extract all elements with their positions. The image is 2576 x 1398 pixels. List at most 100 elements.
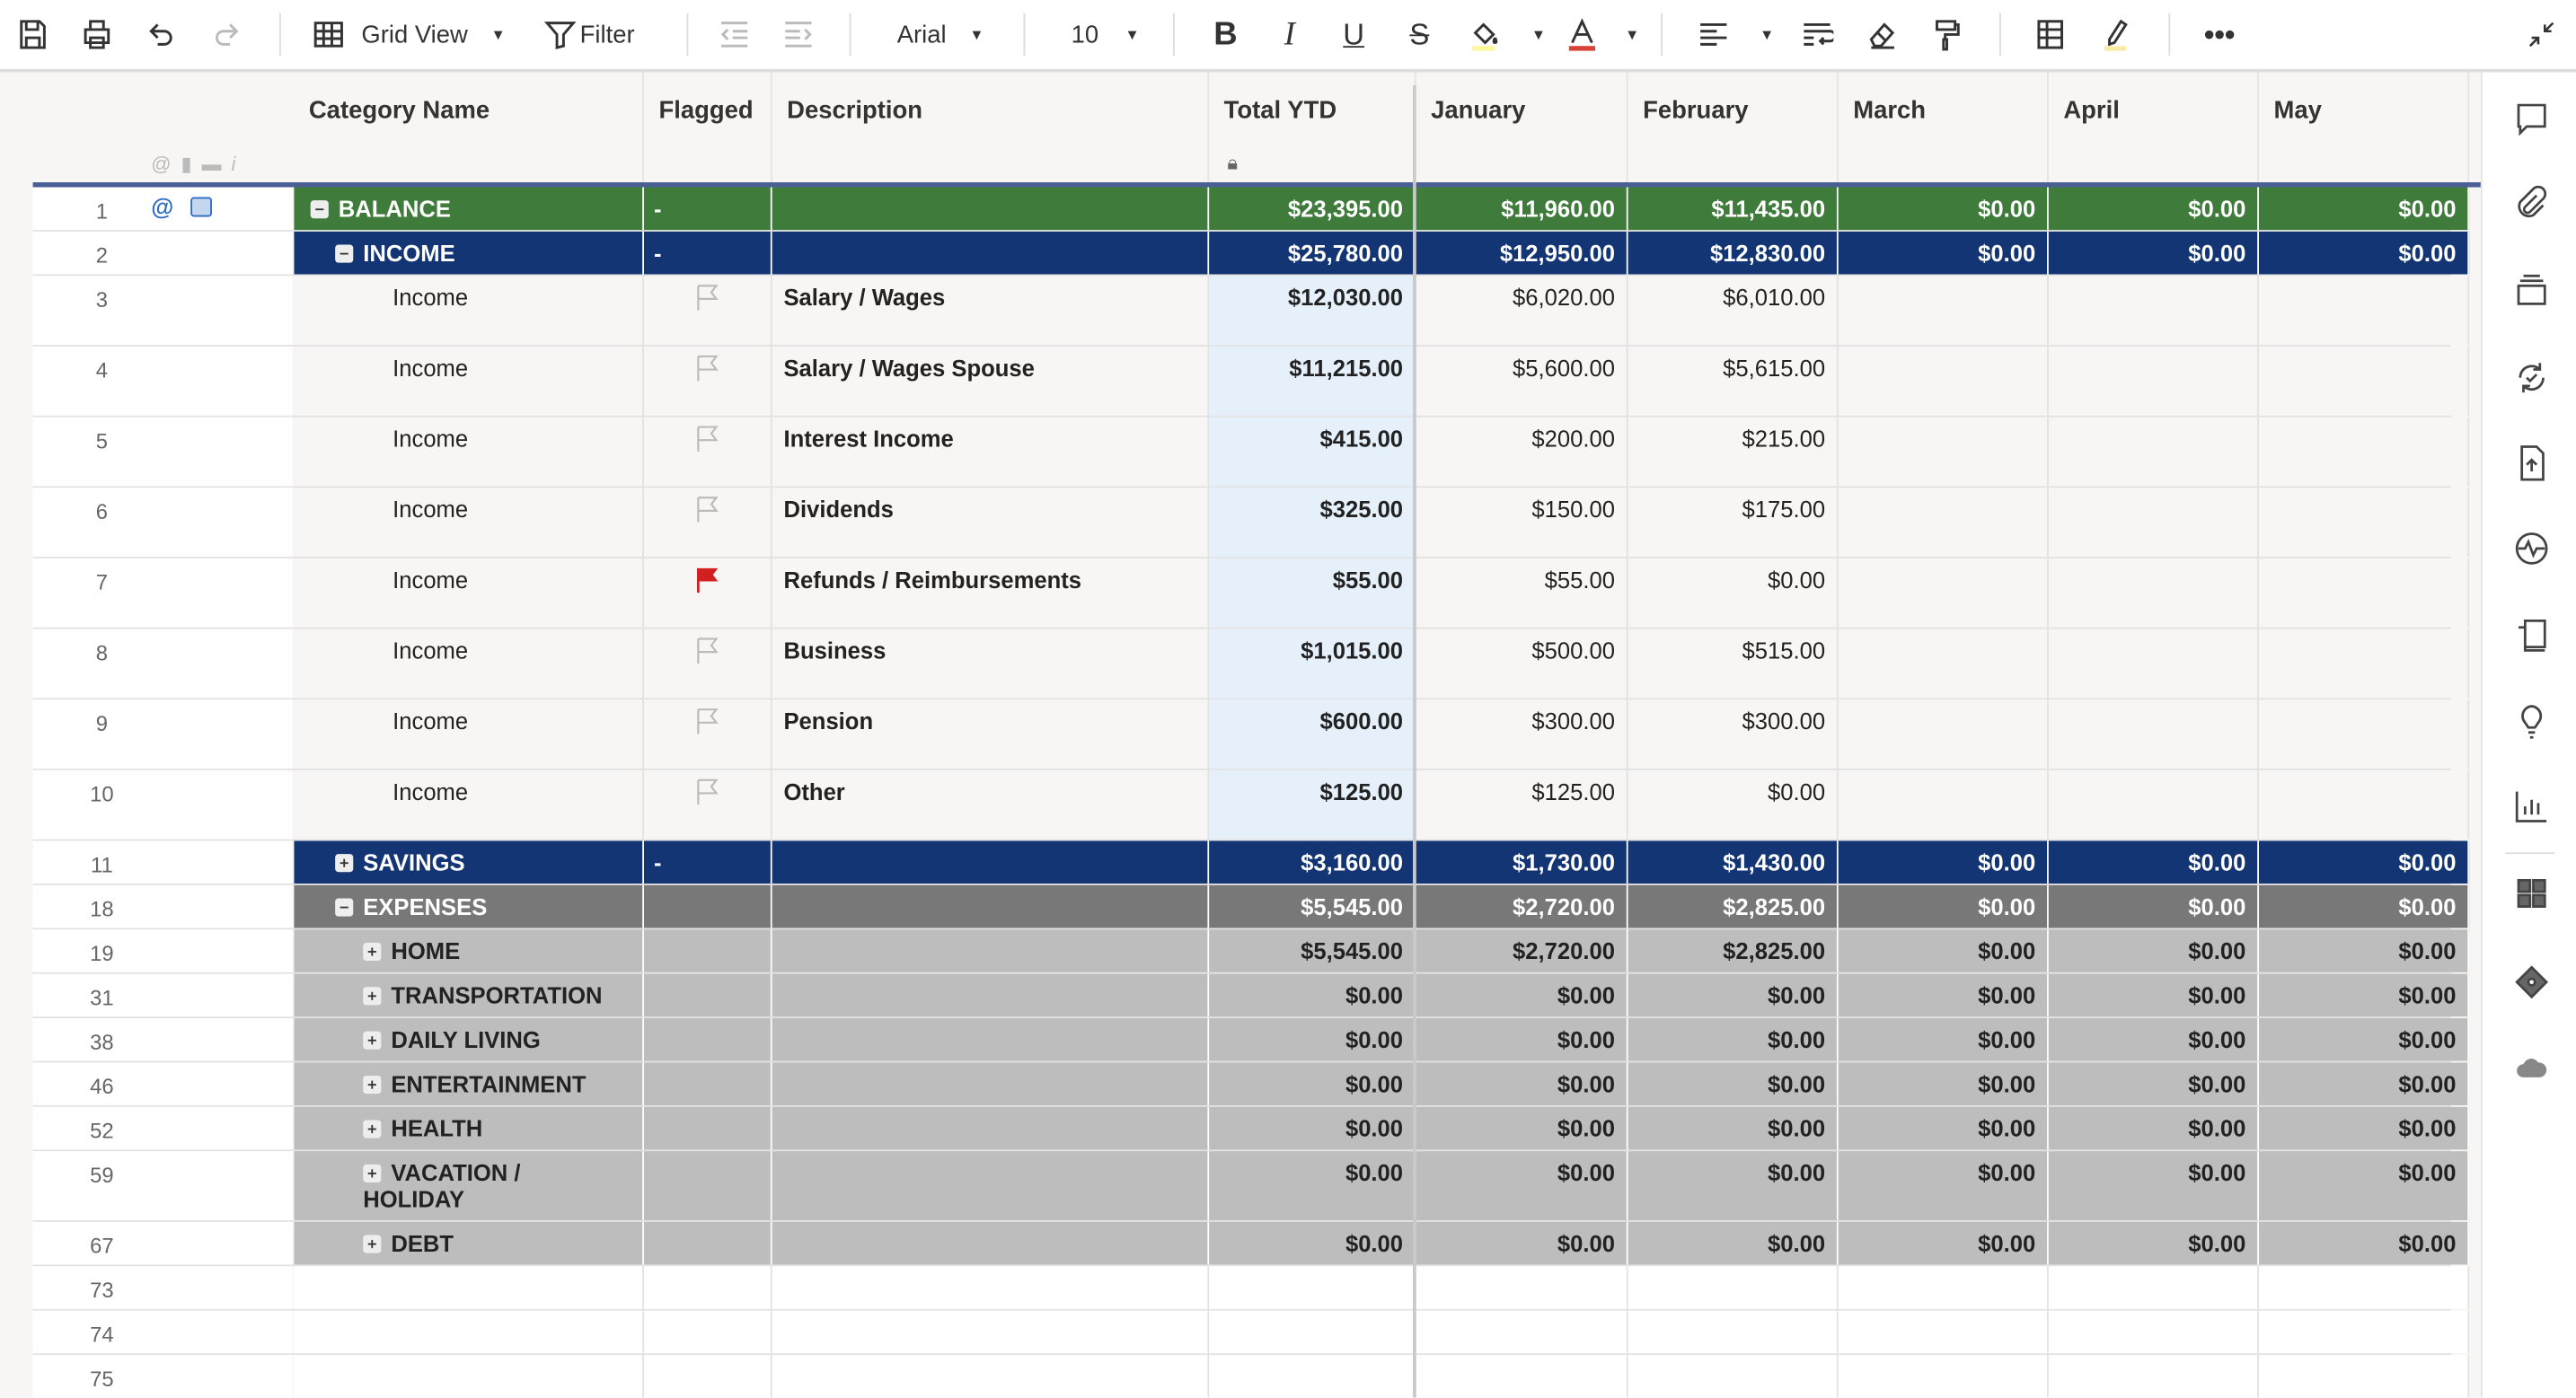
expand-icon[interactable] <box>363 1076 382 1095</box>
font-family-select[interactable]: Arial ▼ <box>897 13 984 57</box>
cell-category-name[interactable] <box>294 1355 645 1398</box>
view-selector[interactable]: Grid View ▼ <box>313 13 506 57</box>
cell-april[interactable] <box>2048 1266 2260 1309</box>
caret-down-icon[interactable]: ▼ <box>1760 13 1774 57</box>
cell-january[interactable]: $300.00 <box>1416 699 1628 769</box>
text-color-icon[interactable] <box>1564 13 1600 57</box>
table-row[interactable]: 38 DAILY LIVING $0.00 $0.00 $0.00 $0.00 $0.00 $… <box>32 1018 2470 1063</box>
expand-icon[interactable] <box>363 942 382 962</box>
cell-flagged[interactable] <box>644 346 772 416</box>
cell-april[interactable]: $0.00 <box>2048 1018 2260 1061</box>
table-row[interactable]: 52 HEALTH $0.00 $0.00 $0.00 $0.00 $0.00 $0.00 <box>32 1106 2470 1152</box>
cell-january[interactable]: $1,730.00 <box>1416 840 1628 884</box>
cell-march[interactable]: $0.00 <box>1838 884 2049 928</box>
cell-april[interactable] <box>2049 769 2260 840</box>
cell-flagged[interactable] <box>644 1106 772 1150</box>
column-header-category-name[interactable]: Category Name <box>294 72 645 184</box>
cell-january[interactable]: $0.00 <box>1416 973 1628 1017</box>
cell-description[interactable] <box>772 840 1210 884</box>
cell-april[interactable] <box>2049 699 2260 769</box>
cell-description[interactable] <box>772 1266 1210 1309</box>
cell-total-ytd[interactable]: $325.00 <box>1209 488 1416 558</box>
cell-description[interactable]: Interest Income <box>772 417 1210 487</box>
cell-may[interactable]: $0.00 <box>2259 973 2470 1017</box>
table-row[interactable]: 11 SAVINGS - $3,160.00 $1,730.00 $1,430.00 $0.… <box>32 840 2470 885</box>
cell-total-ytd[interactable]: $125.00 <box>1209 769 1416 840</box>
cell-may[interactable]: $0.00 <box>2259 1062 2470 1105</box>
cell-february[interactable]: $2,825.00 <box>1628 929 1839 972</box>
cell-january[interactable] <box>1416 1310 1628 1354</box>
table-format-icon[interactable] <box>2033 13 2069 57</box>
cell-february[interactable]: $0.00 <box>1628 973 1839 1017</box>
table-row[interactable]: 2 INCOME - $25,780.00 $12,950.00 $12,830.00 $0… <box>32 231 2470 277</box>
cell-january[interactable]: $0.00 <box>1416 1151 1628 1221</box>
flag-outline-icon[interactable] <box>697 637 720 664</box>
cell-january[interactable]: $55.00 <box>1416 558 1628 628</box>
redo-icon[interactable] <box>208 13 244 57</box>
row-number-cell[interactable]: 9 <box>32 699 293 769</box>
cell-february[interactable]: $300.00 <box>1628 699 1839 769</box>
collapse-icon[interactable] <box>335 898 354 917</box>
column-header-may[interactable]: May <box>2259 72 2470 184</box>
cell-flagged[interactable] <box>644 1266 772 1309</box>
cell-april[interactable] <box>2049 629 2260 699</box>
cell-may[interactable]: $0.00 <box>2259 231 2470 275</box>
cell-flagged[interactable] <box>644 1151 772 1221</box>
cell-description[interactable] <box>772 187 1210 231</box>
expand-icon[interactable] <box>363 1164 382 1183</box>
cell-category-name[interactable]: VACATION / HOLIDAY <box>294 1151 645 1221</box>
cell-february[interactable] <box>1628 1355 1839 1398</box>
bold-icon[interactable]: B <box>1209 13 1242 57</box>
column-header-description[interactable]: Description <box>772 72 1210 184</box>
cell-february[interactable]: $0.00 <box>1628 1221 1839 1265</box>
align-left-icon[interactable] <box>1696 13 1732 57</box>
diamond-icon[interactable] <box>2512 963 2552 1002</box>
cell-april[interactable] <box>2049 558 2260 628</box>
cell-total-ytd[interactable] <box>1209 1266 1416 1309</box>
cell-flagged[interactable] <box>644 488 772 558</box>
cell-january[interactable]: $2,720.00 <box>1416 929 1628 972</box>
cell-total-ytd[interactable]: $0.00 <box>1209 1062 1416 1105</box>
cell-february[interactable]: $515.00 <box>1628 629 1839 699</box>
cell-may[interactable] <box>2259 417 2470 487</box>
highlight-changes-icon[interactable] <box>2098 13 2134 57</box>
activity-icon[interactable] <box>2512 529 2552 568</box>
cell-february[interactable]: $0.00 <box>1628 1106 1839 1150</box>
cell-may[interactable] <box>2259 346 2470 416</box>
cell-april[interactable] <box>2048 1355 2260 1398</box>
row-number-cell[interactable]: 6 <box>32 488 293 558</box>
underline-icon[interactable]: U <box>1337 13 1371 57</box>
row-number-cell[interactable]: 67 <box>32 1221 293 1265</box>
table-row[interactable]: 10 Income Other $125.00 $125.00 $0.00 <box>32 769 2470 841</box>
cell-january[interactable]: $0.00 <box>1416 1106 1628 1150</box>
cell-total-ytd[interactable]: $0.00 <box>1209 1018 1416 1061</box>
table-row[interactable]: 18 EXPENSES $5,545.00 $2,720.00 $2,825.00 $0.… <box>32 884 2470 930</box>
cell-january[interactable]: $0.00 <box>1416 1062 1628 1105</box>
cell-flagged[interactable] <box>644 417 772 487</box>
cell-category-name[interactable]: HEALTH <box>294 1106 645 1150</box>
cell-description[interactable]: Other <box>772 769 1210 840</box>
expand-icon[interactable] <box>363 1120 382 1139</box>
strikethrough-icon[interactable]: S <box>1403 13 1436 57</box>
indent-icon[interactable] <box>781 13 816 57</box>
cell-march[interactable]: $0.00 <box>1838 187 2049 231</box>
clear-format-icon[interactable] <box>1865 13 1901 57</box>
cell-february[interactable]: $11,435.00 <box>1628 187 1839 231</box>
summary-icon[interactable] <box>2512 701 2552 741</box>
more-icon[interactable]: ••• <box>2201 13 2237 57</box>
cell-description[interactable]: Refunds / Reimbursements <box>772 558 1210 628</box>
cloud-icon[interactable] <box>2512 1048 2552 1087</box>
collapse-icon[interactable] <box>2523 13 2559 57</box>
cell-march[interactable] <box>1839 558 2049 628</box>
cell-description[interactable] <box>772 1310 1210 1354</box>
cell-may[interactable]: $0.00 <box>2259 884 2470 928</box>
cell-category-name[interactable]: Income <box>294 346 645 416</box>
cell-total-ytd[interactable]: $0.00 <box>1209 1106 1416 1150</box>
collapse-icon[interactable] <box>335 244 354 263</box>
column-header-april[interactable]: April <box>2049 72 2260 184</box>
cell-february[interactable]: $5,615.00 <box>1628 346 1839 416</box>
cell-may[interactable] <box>2259 629 2470 699</box>
cell-february[interactable]: $0.00 <box>1628 1018 1839 1061</box>
cell-category-name[interactable] <box>294 1310 645 1354</box>
apps-icon[interactable] <box>2512 874 2552 913</box>
